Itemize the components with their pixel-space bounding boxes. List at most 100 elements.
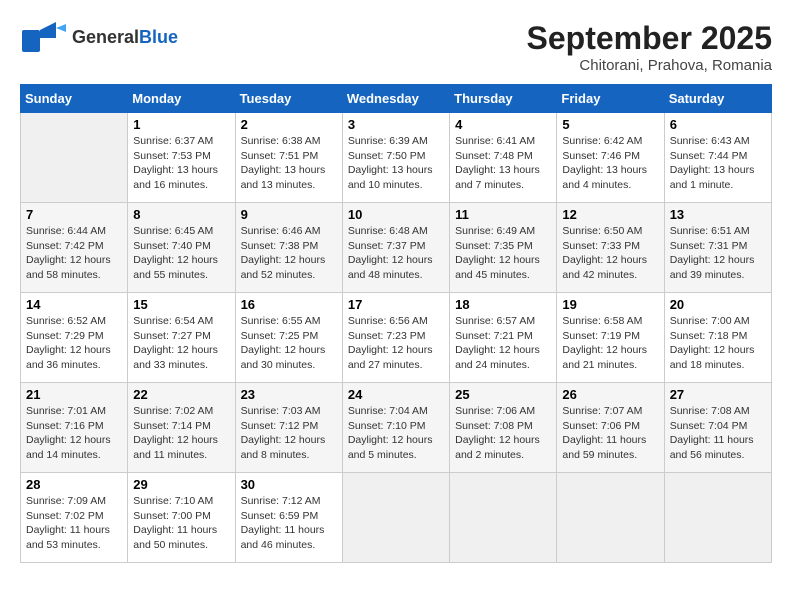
day-info: Sunrise: 7:04 AMSunset: 7:10 PMDaylight:…: [348, 404, 444, 463]
title-area: September 2025 Chitorani, Prahova, Roman…: [527, 20, 772, 74]
calendar-header-row: SundayMondayTuesdayWednesdayThursdayFrid…: [21, 85, 772, 113]
calendar-cell: 28 Sunrise: 7:09 AMSunset: 7:02 PMDayligh…: [21, 473, 128, 563]
day-number: 1: [133, 117, 229, 132]
day-info: Sunrise: 7:12 AMSunset: 6:59 PMDaylight:…: [241, 494, 337, 553]
day-header-friday: Friday: [557, 85, 664, 113]
calendar-cell: 29 Sunrise: 7:10 AMSunset: 7:00 PMDayligh…: [128, 473, 235, 563]
calendar-week-row: 1 Sunrise: 6:37 AMSunset: 7:53 PMDaylight…: [21, 113, 772, 203]
day-info: Sunrise: 6:48 AMSunset: 7:37 PMDaylight:…: [348, 224, 444, 283]
day-info: Sunrise: 6:55 AMSunset: 7:25 PMDaylight:…: [241, 314, 337, 373]
day-info: Sunrise: 6:56 AMSunset: 7:23 PMDaylight:…: [348, 314, 444, 373]
day-info: Sunrise: 6:57 AMSunset: 7:21 PMDaylight:…: [455, 314, 551, 373]
day-number: 23: [241, 387, 337, 402]
day-info: Sunrise: 7:10 AMSunset: 7:00 PMDaylight:…: [133, 494, 229, 553]
day-header-saturday: Saturday: [664, 85, 771, 113]
day-info: Sunrise: 6:39 AMSunset: 7:50 PMDaylight:…: [348, 134, 444, 193]
day-info: Sunrise: 6:54 AMSunset: 7:27 PMDaylight:…: [133, 314, 229, 373]
calendar-cell: 17 Sunrise: 6:56 AMSunset: 7:23 PMDayligh…: [342, 293, 449, 383]
month-title: September 2025: [527, 20, 772, 57]
day-number: 17: [348, 297, 444, 312]
day-number: 3: [348, 117, 444, 132]
day-number: 28: [26, 477, 122, 492]
day-number: 14: [26, 297, 122, 312]
day-info: Sunrise: 6:49 AMSunset: 7:35 PMDaylight:…: [455, 224, 551, 283]
calendar-cell: 7Sunrise: 6:44 AMSunset: 7:42 PMDaylight…: [21, 203, 128, 293]
day-info: Sunrise: 7:02 AMSunset: 7:14 PMDaylight:…: [133, 404, 229, 463]
day-info: Sunrise: 6:42 AMSunset: 7:46 PMDaylight:…: [562, 134, 658, 193]
day-info: Sunrise: 6:52 AMSunset: 7:29 PMDaylight:…: [26, 314, 122, 373]
day-header-tuesday: Tuesday: [235, 85, 342, 113]
calendar-cell: 10 Sunrise: 6:48 AMSunset: 7:37 PMDayligh…: [342, 203, 449, 293]
day-number: 8: [133, 207, 229, 222]
day-info: Sunrise: 7:08 AMSunset: 7:04 PMDaylight:…: [670, 404, 766, 463]
calendar-cell: 22 Sunrise: 7:02 AMSunset: 7:14 PMDayligh…: [128, 383, 235, 473]
day-number: 22: [133, 387, 229, 402]
day-number: 2: [241, 117, 337, 132]
day-number: 11: [455, 207, 551, 222]
day-number: 13: [670, 207, 766, 222]
calendar-cell: 4Sunrise: 6:41 AMSunset: 7:48 PMDaylight…: [450, 113, 557, 203]
day-number: 16: [241, 297, 337, 312]
day-number: 19: [562, 297, 658, 312]
day-number: 20: [670, 297, 766, 312]
calendar-cell: 26 Sunrise: 7:07 AMSunset: 7:06 PMDayligh…: [557, 383, 664, 473]
day-number: 30: [241, 477, 337, 492]
calendar-week-row: 14 Sunrise: 6:52 AMSunset: 7:29 PMDayligh…: [21, 293, 772, 383]
day-info: Sunrise: 6:44 AMSunset: 7:42 PMDaylight:…: [26, 224, 122, 283]
day-number: 9: [241, 207, 337, 222]
day-number: 27: [670, 387, 766, 402]
day-number: 21: [26, 387, 122, 402]
calendar-cell: 9 Sunrise: 6:46 AMSunset: 7:38 PMDaylight…: [235, 203, 342, 293]
day-info: Sunrise: 7:01 AMSunset: 7:16 PMDaylight:…: [26, 404, 122, 463]
calendar-cell: 8Sunrise: 6:45 AMSunset: 7:40 PMDaylight…: [128, 203, 235, 293]
calendar-cell: 27 Sunrise: 7:08 AMSunset: 7:04 PMDayligh…: [664, 383, 771, 473]
day-number: 5: [562, 117, 658, 132]
day-info: Sunrise: 7:09 AMSunset: 7:02 PMDaylight:…: [26, 494, 122, 553]
day-number: 15: [133, 297, 229, 312]
calendar-cell: 23 Sunrise: 7:03 AMSunset: 7:12 PMDayligh…: [235, 383, 342, 473]
page-header: GeneralBlue September 2025 Chitorani, Pr…: [20, 20, 772, 74]
day-number: 18: [455, 297, 551, 312]
day-header-monday: Monday: [128, 85, 235, 113]
day-info: Sunrise: 6:58 AMSunset: 7:19 PMDaylight:…: [562, 314, 658, 373]
calendar-cell: 14 Sunrise: 6:52 AMSunset: 7:29 PMDayligh…: [21, 293, 128, 383]
calendar-cell: 1 Sunrise: 6:37 AMSunset: 7:53 PMDaylight…: [128, 113, 235, 203]
day-number: 25: [455, 387, 551, 402]
calendar-cell: 15 Sunrise: 6:54 AMSunset: 7:27 PMDayligh…: [128, 293, 235, 383]
logo-icon: [20, 20, 68, 56]
day-info: Sunrise: 6:50 AMSunset: 7:33 PMDaylight:…: [562, 224, 658, 283]
calendar-table: SundayMondayTuesdayWednesdayThursdayFrid…: [20, 84, 772, 563]
calendar-cell: 18 Sunrise: 6:57 AMSunset: 7:21 PMDayligh…: [450, 293, 557, 383]
day-number: 10: [348, 207, 444, 222]
day-info: Sunrise: 7:06 AMSunset: 7:08 PMDaylight:…: [455, 404, 551, 463]
logo-general: General: [72, 27, 139, 47]
calendar-cell: 3 Sunrise: 6:39 AMSunset: 7:50 PMDaylight…: [342, 113, 449, 203]
calendar-week-row: 7Sunrise: 6:44 AMSunset: 7:42 PMDaylight…: [21, 203, 772, 293]
calendar-cell: 12Sunrise: 6:50 AMSunset: 7:33 PMDayligh…: [557, 203, 664, 293]
calendar-week-row: 21 Sunrise: 7:01 AMSunset: 7:16 PMDayligh…: [21, 383, 772, 473]
day-number: 29: [133, 477, 229, 492]
day-info: Sunrise: 6:43 AMSunset: 7:44 PMDaylight:…: [670, 134, 766, 193]
calendar-cell: 11 Sunrise: 6:49 AMSunset: 7:35 PMDayligh…: [450, 203, 557, 293]
day-info: Sunrise: 7:03 AMSunset: 7:12 PMDaylight:…: [241, 404, 337, 463]
calendar-cell: 20Sunrise: 7:00 AMSunset: 7:18 PMDayligh…: [664, 293, 771, 383]
day-info: Sunrise: 6:46 AMSunset: 7:38 PMDaylight:…: [241, 224, 337, 283]
calendar-cell: 16 Sunrise: 6:55 AMSunset: 7:25 PMDayligh…: [235, 293, 342, 383]
calendar-cell: [664, 473, 771, 563]
calendar-cell: 25 Sunrise: 7:06 AMSunset: 7:08 PMDayligh…: [450, 383, 557, 473]
calendar-cell: 5 Sunrise: 6:42 AMSunset: 7:46 PMDaylight…: [557, 113, 664, 203]
day-info: Sunrise: 6:37 AMSunset: 7:53 PMDaylight:…: [133, 134, 229, 193]
calendar-cell: 19 Sunrise: 6:58 AMSunset: 7:19 PMDayligh…: [557, 293, 664, 383]
calendar-cell: 21 Sunrise: 7:01 AMSunset: 7:16 PMDayligh…: [21, 383, 128, 473]
calendar-cell: 6Sunrise: 6:43 AMSunset: 7:44 PMDaylight…: [664, 113, 771, 203]
day-info: Sunrise: 7:07 AMSunset: 7:06 PMDaylight:…: [562, 404, 658, 463]
day-info: Sunrise: 6:51 AMSunset: 7:31 PMDaylight:…: [670, 224, 766, 283]
day-number: 26: [562, 387, 658, 402]
calendar-cell: 2Sunrise: 6:38 AMSunset: 7:51 PMDaylight…: [235, 113, 342, 203]
calendar-cell: 13 Sunrise: 6:51 AMSunset: 7:31 PMDayligh…: [664, 203, 771, 293]
day-info: Sunrise: 6:41 AMSunset: 7:48 PMDaylight:…: [455, 134, 551, 193]
calendar-cell: [557, 473, 664, 563]
logo-blue: Blue: [139, 27, 178, 47]
calendar-cell: 30 Sunrise: 7:12 AMSunset: 6:59 PMDayligh…: [235, 473, 342, 563]
calendar-cell: [21, 113, 128, 203]
